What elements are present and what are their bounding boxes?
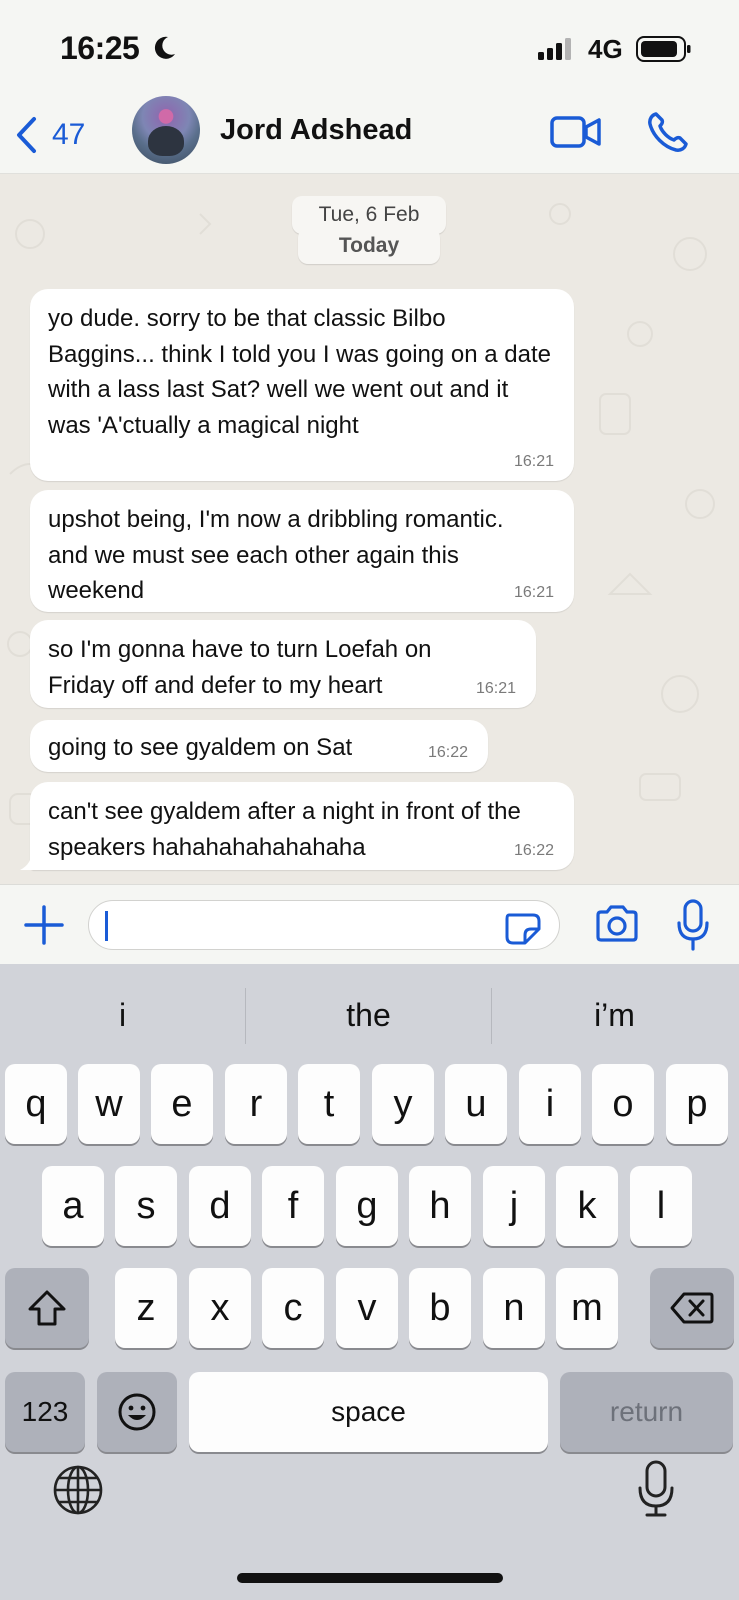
message-text: upshot being, I'm now a dribbling romant… xyxy=(48,506,504,604)
message-time: 16:22 xyxy=(513,842,554,859)
bubble-tail xyxy=(20,850,40,870)
message-time: 16:21 xyxy=(513,584,554,601)
key-y[interactable]: y xyxy=(372,1064,434,1144)
message-composer xyxy=(0,884,739,964)
message-bubble[interactable]: upshot being, I'm now a dribbling romant… xyxy=(30,490,574,612)
keyboard: i the i’m q w e r t y u i o p a s d f g … xyxy=(0,964,739,1600)
message-time: 16:21 xyxy=(475,680,516,697)
camera-icon[interactable] xyxy=(594,905,640,943)
key-s[interactable]: s xyxy=(115,1166,177,1246)
shift-key[interactable] xyxy=(5,1268,89,1348)
key-z[interactable]: z xyxy=(115,1268,177,1348)
video-call-icon[interactable] xyxy=(550,112,602,152)
chevron-left-icon xyxy=(17,117,36,153)
moon-icon xyxy=(154,36,175,59)
phone-call-icon[interactable] xyxy=(646,110,690,154)
key-a[interactable]: a xyxy=(42,1166,104,1246)
message-bubble[interactable]: so I'm gonna have to turn Loefah on Frid… xyxy=(30,620,536,708)
return-key[interactable]: return xyxy=(560,1372,733,1452)
message-bubble[interactable]: going to see gyaldem on Sat 16:22 xyxy=(30,720,488,772)
key-d[interactable]: d xyxy=(189,1166,251,1246)
today-separator: Today xyxy=(298,228,440,264)
key-w[interactable]: w xyxy=(78,1064,140,1144)
space-key[interactable]: space xyxy=(189,1372,548,1452)
message-time: 16:21 xyxy=(513,453,554,470)
dictation-icon[interactable] xyxy=(636,1460,676,1518)
unread-count: 47 xyxy=(52,118,86,151)
signal-icon xyxy=(538,38,571,60)
message-text: so I'm gonna have to turn Loefah on Frid… xyxy=(48,636,432,699)
key-v[interactable]: v xyxy=(336,1268,398,1348)
status-time: 16:25 xyxy=(60,30,140,66)
backspace-key[interactable] xyxy=(650,1268,734,1348)
sticker-icon[interactable] xyxy=(503,911,543,945)
message-input[interactable] xyxy=(88,900,560,950)
key-n[interactable]: n xyxy=(483,1268,545,1348)
status-bar: 16:25 4G xyxy=(0,0,739,96)
numbers-key[interactable]: 123 xyxy=(5,1372,85,1452)
key-c[interactable]: c xyxy=(262,1268,324,1348)
key-i[interactable]: i xyxy=(519,1064,581,1144)
key-e[interactable]: e xyxy=(151,1064,213,1144)
key-h[interactable]: h xyxy=(409,1166,471,1246)
key-q[interactable]: q xyxy=(5,1064,67,1144)
message-bubble[interactable]: yo dude. sorry to be that classic Bilbo … xyxy=(30,289,574,481)
chat-area[interactable]: Tue, 6 Feb Today yo dude. sorry to be th… xyxy=(0,174,739,884)
contact-name[interactable]: Jord Adshead xyxy=(220,114,412,147)
message-time: 16:22 xyxy=(427,744,468,761)
microphone-icon[interactable] xyxy=(676,899,710,951)
chat-header: 47 Jord Adshead xyxy=(0,96,739,174)
key-x[interactable]: x xyxy=(189,1268,251,1348)
key-k[interactable]: k xyxy=(556,1166,618,1246)
network-type: 4G xyxy=(588,34,623,64)
key-b[interactable]: b xyxy=(409,1268,471,1348)
emoji-key[interactable] xyxy=(97,1372,177,1452)
key-u[interactable]: u xyxy=(445,1064,507,1144)
key-f[interactable]: f xyxy=(262,1166,324,1246)
avatar[interactable] xyxy=(132,96,200,164)
suggestion-1[interactable]: i xyxy=(0,990,245,1040)
back-button[interactable]: 47 xyxy=(14,110,85,160)
message-text: can't see gyaldem after a night in front… xyxy=(48,798,521,861)
shift-icon xyxy=(28,1290,66,1326)
key-r[interactable]: r xyxy=(225,1064,287,1144)
predictive-bar: i the i’m xyxy=(0,964,739,1064)
battery-icon xyxy=(636,36,691,62)
home-indicator[interactable] xyxy=(237,1573,503,1583)
plus-icon[interactable] xyxy=(24,905,64,945)
key-o[interactable]: o xyxy=(592,1064,654,1144)
suggestion-2[interactable]: the xyxy=(246,990,491,1040)
key-t[interactable]: t xyxy=(298,1064,360,1144)
key-g[interactable]: g xyxy=(336,1166,398,1246)
message-text: yo dude. sorry to be that classic Bilbo … xyxy=(48,305,551,439)
emoji-icon xyxy=(118,1393,156,1431)
key-j[interactable]: j xyxy=(483,1166,545,1246)
key-m[interactable]: m xyxy=(556,1268,618,1348)
key-l[interactable]: l xyxy=(630,1166,692,1246)
message-text: going to see gyaldem on Sat xyxy=(48,734,353,761)
globe-icon[interactable] xyxy=(52,1464,104,1516)
message-bubble[interactable]: can't see gyaldem after a night in front… xyxy=(30,782,574,870)
text-caret xyxy=(105,911,108,941)
key-p[interactable]: p xyxy=(666,1064,728,1144)
suggestion-3[interactable]: i’m xyxy=(492,990,737,1040)
backspace-icon xyxy=(670,1292,714,1324)
